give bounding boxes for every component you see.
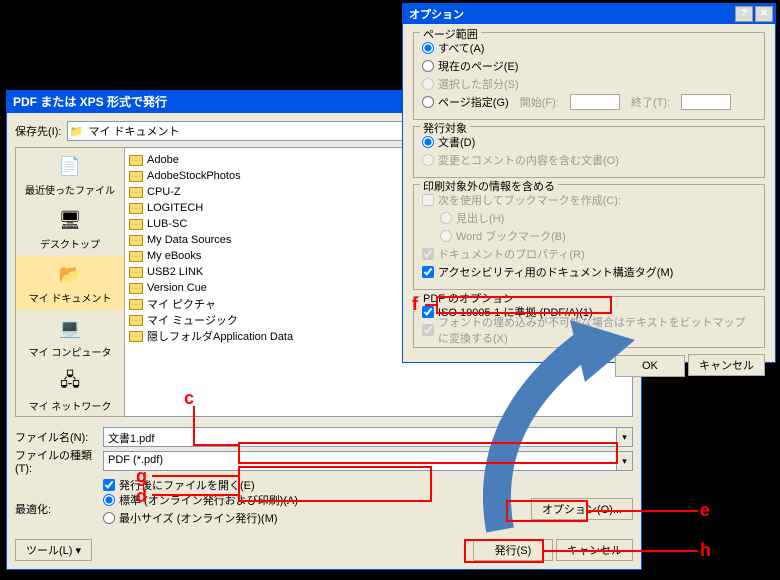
folder-icon <box>129 171 143 182</box>
publish-target-group: 発行対象 文書(D) 変更とコメントの内容を含む文書(O) <box>413 126 765 178</box>
folder-icon <box>129 235 143 246</box>
place-network[interactable]: 🖧マイ ネットワーク <box>16 364 124 418</box>
options-dialog: オプション ? ✕ ページ範囲 すべて(A) 現在のページ(E) 選択した部分(… <box>402 3 776 363</box>
page-range-group: ページ範囲 すべて(A) 現在のページ(E) 選択した部分(S) ページ指定(G… <box>413 32 765 120</box>
docprops-check: ドキュメントのプロパティ(R) <box>422 245 756 263</box>
help-button[interactable]: ? <box>735 6 753 22</box>
folder-icon <box>129 315 143 326</box>
range-pages-radio[interactable]: ページ指定(G) 開始(F): 終了(T): <box>422 93 756 111</box>
folder-icon <box>129 299 143 310</box>
opt-cancel-button[interactable]: キャンセル <box>688 354 765 376</box>
folder-icon <box>129 283 143 294</box>
folder-icon <box>129 219 143 230</box>
annotation-g: g <box>136 466 147 487</box>
filetype-label: ファイルの種類(T): <box>15 447 97 475</box>
folder-icon <box>129 203 143 214</box>
annotation-d: d <box>136 486 147 507</box>
folder-icon <box>129 187 143 198</box>
optimize-standard-radio[interactable]: 標準 (オンライン発行および印刷)(A) <box>103 491 525 509</box>
place-mycomputer[interactable]: 💻マイ コンピュータ <box>16 310 124 364</box>
save-to-label: 保存先(I): <box>15 123 61 139</box>
place-mydocs[interactable]: 📂マイ ドキュメント <box>16 256 124 310</box>
from-input[interactable] <box>570 94 620 110</box>
headings-radio: 見出し(H) <box>422 209 756 227</box>
tool-button[interactable]: ツール(L) ▾ <box>15 539 92 561</box>
wordbm-radio: Word ブックマーク(B) <box>422 227 756 245</box>
places-bar: 📄最近使ったファイル 🖥デスクトップ 📂マイ ドキュメント 💻マイ コンピュータ… <box>15 147 125 417</box>
callout-arrow <box>470 310 670 550</box>
optimize-min-radio[interactable]: 最小サイズ (オンライン発行)(M) <box>103 509 525 527</box>
place-recent[interactable]: 📄最近使ったファイル <box>16 148 124 202</box>
annotation-e: e <box>700 500 710 521</box>
nonprint-group: 印刷対象外の情報を含める 次を使用してブックマークを作成(C): 見出し(H) … <box>413 184 765 290</box>
folder-icon <box>129 331 143 342</box>
place-desktop[interactable]: 🖥デスクトップ <box>16 202 124 256</box>
options-title: オプション <box>409 6 464 22</box>
folder-icon <box>129 267 143 278</box>
accessibility-check[interactable]: アクセシビリティ用のドキュメント構造タグ(M) <box>422 263 756 281</box>
range-selection-radio: 選択した部分(S) <box>422 75 756 93</box>
to-input[interactable] <box>681 94 731 110</box>
folder-icon <box>129 155 143 166</box>
range-current-radio[interactable]: 現在のページ(E) <box>422 57 756 75</box>
target-document-radio[interactable]: 文書(D) <box>422 133 756 151</box>
annotation-h: h <box>700 540 711 561</box>
optimize-label: 最適化: <box>15 501 97 517</box>
folder-icon <box>129 251 143 262</box>
annotation-c: c <box>184 388 194 409</box>
target-markup-radio: 変更とコメントの内容を含む文書(O) <box>422 151 756 169</box>
annotation-f: f <box>412 294 418 315</box>
close-button[interactable]: ✕ <box>755 6 773 22</box>
filename-label: ファイル名(N): <box>15 429 97 445</box>
